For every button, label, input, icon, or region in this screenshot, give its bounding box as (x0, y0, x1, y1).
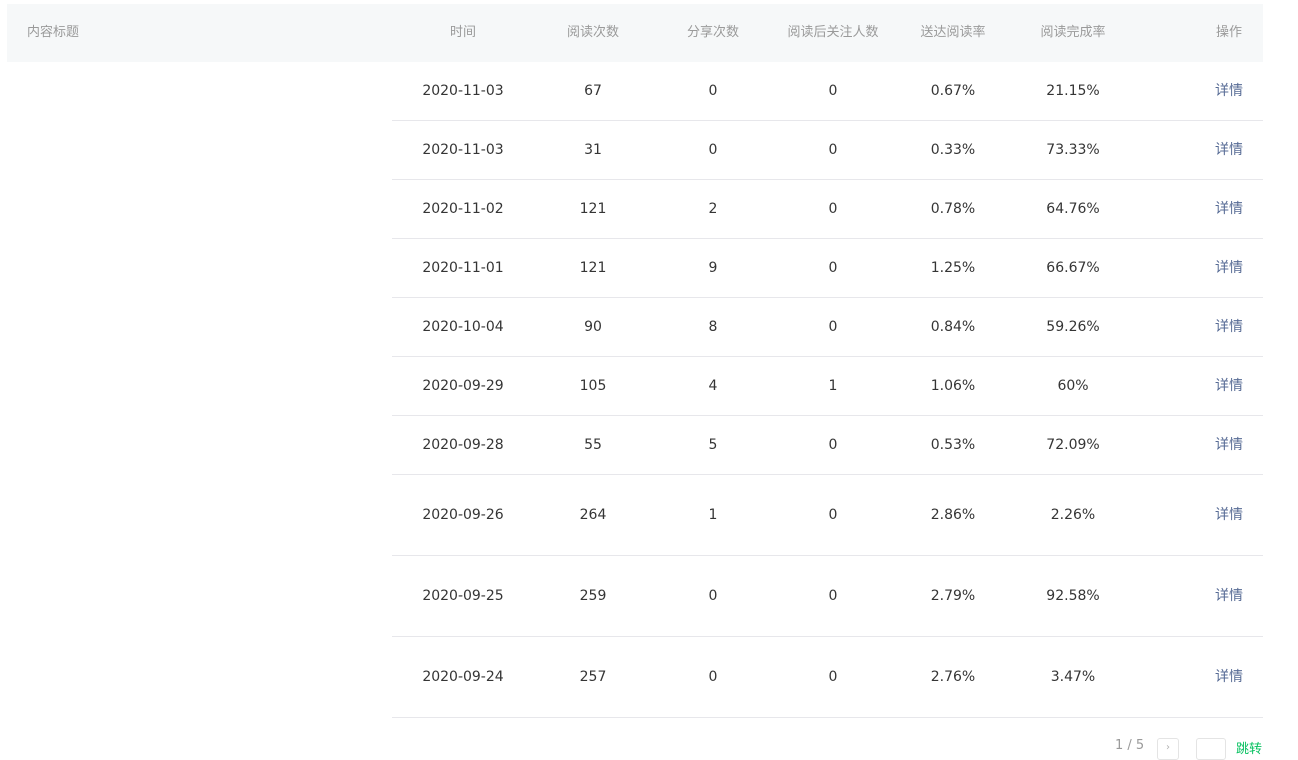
cell-follows: 0 (828, 319, 838, 335)
cell-time: 2020-10-04 (422, 319, 504, 335)
detail-link[interactable]: 详情 (1215, 62, 1243, 120)
table-row: 2020-09-26 264 1 0 2.86% 2.26% 详情 (392, 475, 1263, 556)
detail-link[interactable]: 详情 (1215, 475, 1243, 555)
header-time: 时间 (449, 25, 477, 40)
cell-follows: 0 (828, 507, 838, 523)
cell-reads: 121 (579, 201, 607, 217)
cell-shares: 9 (708, 260, 718, 276)
table-row: 2020-09-24 257 0 0 2.76% 3.47% 详情 (392, 637, 1263, 718)
cell-completion-rate: 2.26% (1050, 507, 1096, 523)
detail-link[interactable]: 详情 (1215, 121, 1243, 179)
cell-reads: 257 (579, 669, 607, 685)
pagination: 1 / 5 › 跳转 (1110, 738, 1270, 760)
header-title: 内容标题 (27, 25, 80, 40)
cell-follows: 0 (828, 588, 838, 604)
jump-button[interactable]: 跳转 (1236, 738, 1262, 757)
detail-link[interactable]: 详情 (1215, 180, 1243, 238)
cell-completion-rate: 21.15% (1046, 83, 1100, 99)
cell-follows: 0 (828, 437, 838, 453)
cell-delivery-rate: 0.78% (930, 201, 976, 217)
cell-follows: 0 (828, 83, 838, 99)
cell-follows: 0 (828, 201, 838, 217)
cell-time: 2020-11-02 (422, 201, 504, 217)
cell-completion-rate: 72.09% (1046, 437, 1100, 453)
table-row: 2020-10-04 90 8 0 0.84% 59.26% 详情 (392, 298, 1263, 357)
cell-follows: 0 (828, 260, 838, 276)
cell-time: 2020-11-01 (422, 260, 504, 276)
cell-delivery-rate: 1.25% (930, 260, 976, 276)
article-stats-table: 内容标题 时间 阅读次数 分享次数 阅读后关注人数 送达阅读率 阅读完成率 操作… (7, 4, 1263, 718)
page-indicator: 1 / 5 (1115, 738, 1145, 753)
cell-reads: 264 (579, 507, 607, 523)
cell-time: 2020-09-28 (422, 437, 504, 453)
table-row: 2020-11-03 67 0 0 0.67% 21.15% 详情 (392, 62, 1263, 121)
cell-reads: 259 (579, 588, 607, 604)
cell-shares: 5 (708, 437, 718, 453)
table-row: 2020-11-03 31 0 0 0.33% 73.33% 详情 (392, 121, 1263, 180)
header-action: 操作 (1215, 25, 1243, 40)
header-follows: 阅读后关注人数 (787, 25, 879, 40)
header-shares: 分享次数 (686, 25, 740, 40)
table-header: 内容标题 时间 阅读次数 分享次数 阅读后关注人数 送达阅读率 阅读完成率 操作 (7, 4, 1263, 62)
table-body: 2020-11-03 67 0 0 0.67% 21.15% 详情 2020-1… (7, 62, 1263, 718)
cell-completion-rate: 3.47% (1050, 669, 1096, 685)
cell-delivery-rate: 2.86% (930, 507, 976, 523)
cell-reads: 90 (584, 319, 602, 335)
cell-delivery-rate: 1.06% (930, 378, 976, 394)
detail-link[interactable]: 详情 (1215, 556, 1243, 636)
detail-link[interactable]: 详情 (1215, 239, 1243, 297)
chevron-right-icon: › (1166, 742, 1170, 753)
cell-reads: 121 (579, 260, 607, 276)
cell-completion-rate: 73.33% (1046, 142, 1100, 158)
table-row: 2020-11-01 121 9 0 1.25% 66.67% 详情 (392, 239, 1263, 298)
cell-completion-rate: 60% (1057, 378, 1089, 394)
table-row: 2020-09-28 55 5 0 0.53% 72.09% 详情 (392, 416, 1263, 475)
cell-follows: 0 (828, 142, 838, 158)
cell-time: 2020-09-29 (422, 378, 504, 394)
cell-reads: 31 (584, 142, 602, 158)
header-delivery-rate: 送达阅读率 (920, 25, 986, 40)
cell-delivery-rate: 0.53% (930, 437, 976, 453)
cell-time: 2020-11-03 (422, 142, 504, 158)
cell-completion-rate: 92.58% (1046, 588, 1100, 604)
table-row: 2020-09-29 105 4 1 1.06% 60% 详情 (392, 357, 1263, 416)
cell-follows: 1 (828, 378, 838, 394)
cell-completion-rate: 66.67% (1046, 260, 1100, 276)
cell-delivery-rate: 2.79% (930, 588, 976, 604)
cell-shares: 0 (708, 142, 718, 158)
next-page-button[interactable]: › (1157, 738, 1179, 760)
cell-delivery-rate: 0.84% (930, 319, 976, 335)
header-completion-rate: 阅读完成率 (1040, 25, 1106, 40)
cell-time: 2020-09-26 (422, 507, 504, 523)
cell-reads: 55 (584, 437, 602, 453)
cell-reads: 67 (584, 83, 602, 99)
cell-shares: 1 (708, 507, 718, 523)
cell-follows: 0 (828, 669, 838, 685)
detail-link[interactable]: 详情 (1215, 357, 1243, 415)
table-row: 2020-09-25 259 0 0 2.79% 92.58% 详情 (392, 556, 1263, 637)
cell-shares: 4 (708, 378, 718, 394)
detail-link[interactable]: 详情 (1215, 637, 1243, 717)
cell-shares: 0 (708, 669, 718, 685)
header-reads: 阅读次数 (566, 25, 620, 40)
cell-delivery-rate: 2.76% (930, 669, 976, 685)
cell-shares: 0 (708, 588, 718, 604)
cell-time: 2020-09-24 (422, 669, 504, 685)
cell-completion-rate: 59.26% (1046, 319, 1100, 335)
cell-time: 2020-11-03 (422, 83, 504, 99)
page-number-input[interactable] (1196, 738, 1226, 760)
cell-completion-rate: 64.76% (1046, 201, 1100, 217)
table-row: 2020-11-02 121 2 0 0.78% 64.76% 详情 (392, 180, 1263, 239)
cell-shares: 2 (708, 201, 718, 217)
cell-shares: 8 (708, 319, 718, 335)
cell-shares: 0 (708, 83, 718, 99)
cell-reads: 105 (579, 378, 607, 394)
cell-delivery-rate: 0.33% (930, 142, 976, 158)
cell-time: 2020-09-25 (422, 588, 504, 604)
detail-link[interactable]: 详情 (1215, 298, 1243, 356)
cell-delivery-rate: 0.67% (930, 83, 976, 99)
detail-link[interactable]: 详情 (1215, 416, 1243, 474)
